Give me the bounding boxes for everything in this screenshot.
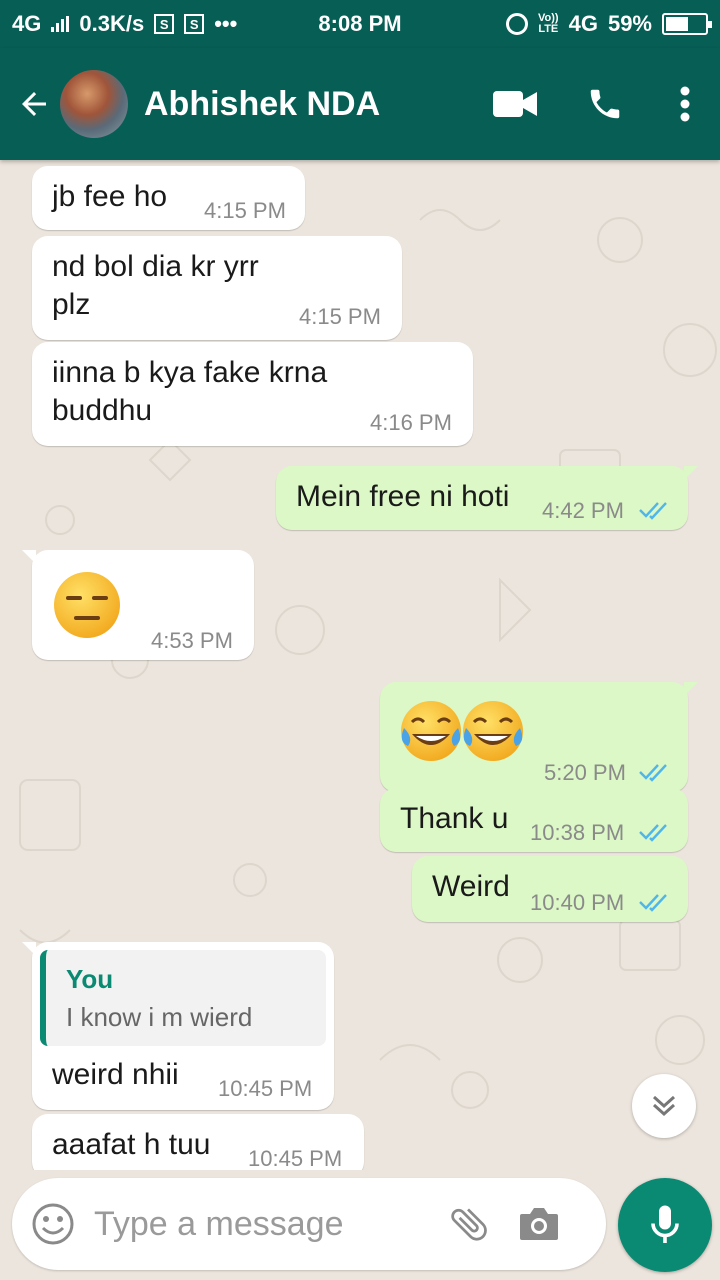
bubble-tail: [684, 466, 698, 480]
message-time: 10:40 PM: [530, 890, 625, 915]
quoted-author: You: [66, 964, 114, 994]
message-text-line2: plz: [52, 288, 91, 321]
tears-of-joy-icon: [463, 701, 523, 761]
more-notifications-icon: •••: [214, 11, 238, 36]
message-incoming-reply[interactable]: You I know i m wierd weird nhii 10:45 PM: [22, 942, 334, 1110]
avatar[interactable]: [60, 70, 128, 138]
message-outgoing[interactable]: Weird 10:40 PM: [412, 856, 688, 922]
message-text-line2: buddhu: [52, 394, 153, 427]
notification-s-icon: S: [154, 14, 175, 34]
message-time: 5:20 PM: [544, 760, 626, 785]
bubble-tail: [22, 942, 36, 956]
network-speed: 0.3K/s: [79, 11, 145, 36]
message-incoming[interactable]: iinna b kya fake krna buddhu 4:16 PM: [32, 342, 473, 446]
message-text: nd bol dia kr yrr: [52, 250, 259, 283]
signal-icon: [51, 16, 70, 32]
read-ticks-icon: [639, 824, 667, 842]
read-ticks-icon: [639, 894, 667, 912]
voice-message-button[interactable]: [618, 1178, 712, 1272]
message-time: 4:53 PM: [151, 628, 233, 653]
camera-icon[interactable]: [504, 1184, 574, 1264]
chat-header: Abhishek NDA: [0, 48, 720, 160]
message-outgoing[interactable]: 5:20 PM: [380, 682, 698, 792]
message-incoming[interactable]: jb fee ho 4:15 PM: [32, 166, 305, 230]
network-type: 4G: [12, 11, 42, 36]
expressionless-face-icon: [54, 572, 120, 638]
message-composer: [12, 1178, 606, 1270]
message-text: weird nhii: [52, 1058, 179, 1091]
conversation[interactable]: jb fee ho 4:15 PM nd bol dia kr yrr plz …: [0, 160, 720, 1170]
message-text: Weird: [432, 870, 510, 903]
message-incoming[interactable]: nd bol dia kr yrr plz 4:15 PM: [32, 236, 402, 340]
more-vert-icon[interactable]: [650, 64, 720, 144]
scroll-to-bottom-button[interactable]: [632, 1074, 696, 1138]
bubble-tail: [684, 682, 698, 696]
message-text: iinna b kya fake krna: [52, 356, 328, 389]
alarm-icon: [506, 13, 529, 35]
message-text: Thank u: [400, 802, 509, 835]
notification-s-icon: S: [184, 14, 205, 34]
microphone-icon: [651, 1205, 679, 1243]
back-arrow-icon[interactable]: [4, 74, 64, 134]
network-type-right: 4G: [568, 11, 598, 36]
double-chevron-down-icon: [652, 1095, 676, 1117]
message-input[interactable]: [94, 1204, 434, 1244]
message-time: 10:38 PM: [530, 820, 625, 845]
message-time: 4:42 PM: [542, 498, 624, 523]
message-incoming[interactable]: 4:53 PM: [22, 550, 254, 660]
message-time: 4:15 PM: [204, 198, 286, 223]
message-time: 10:45 PM: [248, 1146, 343, 1170]
message-time: 4:16 PM: [370, 410, 452, 435]
tears-of-joy-icon: [401, 701, 461, 761]
quoted-text: I know i m wierd: [66, 1002, 253, 1032]
message-time: 10:45 PM: [218, 1076, 313, 1101]
message-incoming[interactable]: aaafat h tuu 10:45 PM: [32, 1114, 364, 1170]
read-ticks-icon: [639, 764, 667, 782]
video-call-icon[interactable]: [470, 64, 560, 144]
message-time: 4:15 PM: [299, 304, 381, 329]
bubble-tail: [22, 550, 36, 564]
status-bar: 4G 0.3K/s S S ••• 8:08 PM Vo)) LTE 4G 59%: [0, 0, 720, 48]
message-outgoing[interactable]: Mein free ni hoti 4:42 PM: [276, 466, 698, 530]
message-outgoing[interactable]: Thank u 10:38 PM: [380, 788, 688, 852]
battery-icon: [662, 13, 712, 35]
message-text: jb fee ho: [52, 180, 168, 213]
read-ticks-icon: [639, 502, 667, 520]
message-text: aaafat h tuu: [52, 1128, 211, 1161]
message-text: Mein free ni hoti: [296, 480, 510, 513]
battery-percent: 59%: [607, 11, 652, 36]
contact-name[interactable]: Abhishek NDA: [144, 85, 380, 124]
volte-icon: Vo)) LTE: [538, 12, 559, 35]
emoji-icon[interactable]: [12, 1178, 94, 1270]
attach-icon[interactable]: [434, 1184, 504, 1264]
phone-icon[interactable]: [560, 64, 650, 144]
quoted-message[interactable]: You I know i m wierd: [40, 950, 326, 1046]
